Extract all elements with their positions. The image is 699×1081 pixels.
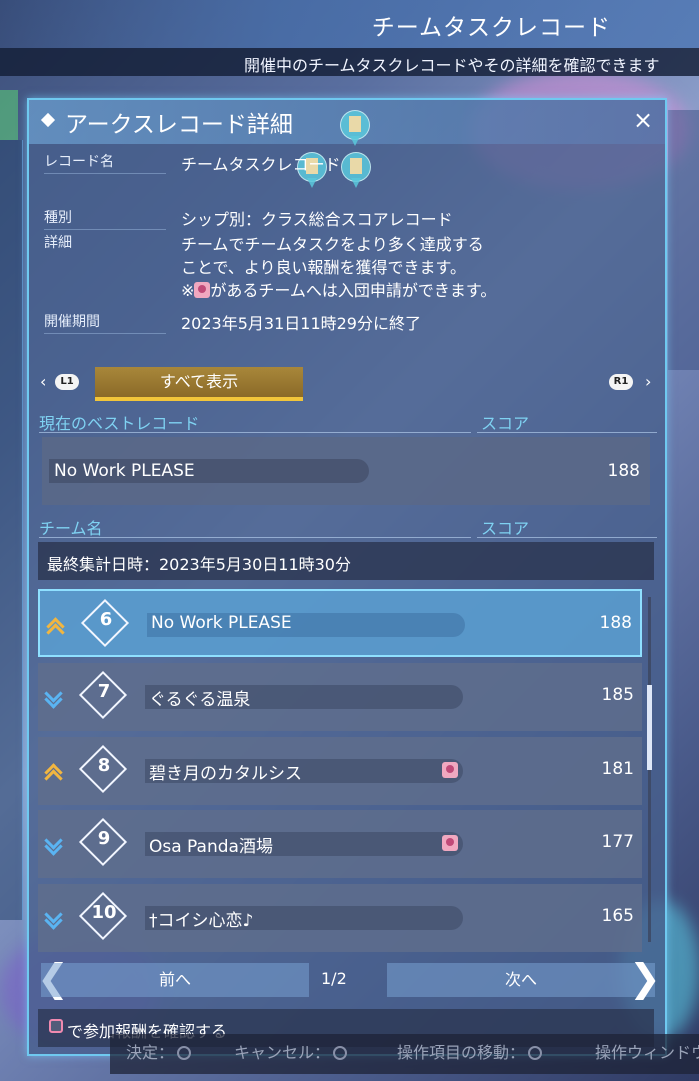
rank-number: 8	[97, 755, 111, 776]
arks-record-detail-panel: アークスレコード詳細 × レコード名 チームタスクレコード 種別 シップ別：クラ…	[27, 98, 667, 1056]
best-score: 188	[607, 461, 640, 481]
rank-number: 10	[91, 902, 117, 923]
hint-decide-label: 決定：	[126, 1043, 175, 1062]
team-name: Osa Panda酒場	[149, 837, 273, 857]
team-name-header: チーム名	[39, 519, 103, 538]
detail-label: 詳細	[44, 235, 72, 251]
close-button[interactable]: ×	[633, 106, 653, 134]
background-decoration	[0, 90, 18, 140]
prev-page-button[interactable]: 前へ	[41, 963, 309, 997]
page-subtitle: 開催中のチームタスクレコードやその詳細を確認できます	[244, 56, 660, 75]
join-request-icon	[442, 835, 458, 851]
background-decoration	[668, 110, 699, 370]
chevron-double-up-icon	[46, 615, 65, 642]
chevron-double-down-icon	[44, 684, 63, 709]
divider	[477, 537, 657, 538]
l1-button[interactable]: L1	[55, 374, 79, 390]
cross-button-icon	[177, 1046, 192, 1060]
period-label: 開催期間	[44, 311, 166, 334]
panel-title: アークスレコード詳細	[65, 112, 293, 138]
best-record-row: No Work PLEASE 188	[42, 437, 650, 505]
rank-number: 9	[97, 828, 111, 849]
team-name: No Work PLEASE	[151, 613, 292, 633]
ranking-row[interactable]: 10 †コイシ心恋♪ 165	[38, 884, 642, 952]
detail-line-3-suffix: があるチームへは入団申請ができます。	[210, 281, 497, 300]
map-pin-icon	[341, 152, 371, 188]
team-score: 188	[599, 613, 632, 633]
chevron-left-icon[interactable]: ‹	[40, 372, 46, 391]
header-subtitle-bar: 開催中のチームタスクレコードやその詳細を確認できます	[0, 48, 699, 76]
divider	[39, 432, 471, 433]
ranking-row[interactable]: 7 ぐるぐる温泉 185	[38, 663, 642, 731]
team-name: ぐるぐる温泉	[149, 690, 251, 710]
best-team-name: No Work PLEASE	[54, 461, 195, 481]
r1-button[interactable]: R1	[609, 374, 633, 390]
best-score-header: スコア	[481, 414, 530, 433]
chevron-double-down-icon	[44, 831, 63, 856]
scrollbar-thumb[interactable]	[647, 685, 652, 770]
ranking-row[interactable]: 9 Osa Panda酒場 177	[38, 810, 642, 878]
header-bar: チームタスクレコード	[0, 0, 699, 48]
hint-decide: 決定：	[126, 1039, 192, 1063]
hint-window: 操作ウィンドウ	[595, 1043, 699, 1062]
chevron-right-icon[interactable]: ›	[645, 372, 651, 391]
join-request-icon	[194, 282, 211, 298]
rank-number: 7	[97, 681, 111, 702]
hint-move-label: 操作項目の移動：	[397, 1043, 526, 1062]
hint-move: 操作項目の移動：	[397, 1039, 543, 1063]
diamond-icon	[40, 112, 56, 128]
detail-line-2: ことで、より良い報酬を獲得できます。	[181, 258, 466, 277]
record-name-label: レコード名	[44, 151, 166, 174]
detail-line-3: ※ があるチームへは入団申請ができます。	[181, 277, 496, 301]
type-value: シップ別：クラス総合スコアレコード	[181, 210, 453, 229]
team-name: 碧き月のカタルシス	[149, 764, 302, 784]
team-name: †コイシ心恋♪	[149, 911, 254, 931]
next-page-button[interactable]: 次へ	[387, 963, 655, 997]
last-aggregate-bar: 最終集計日時：2023年5月30日11時30分	[38, 542, 654, 580]
rank-number: 6	[99, 609, 113, 630]
team-score: 165	[601, 906, 634, 926]
ranking-row[interactable]: 8 碧き月のカタルシス 181	[38, 737, 642, 805]
square-button-icon	[49, 1019, 63, 1033]
team-score: 177	[601, 832, 634, 852]
chevron-double-up-icon	[44, 761, 63, 788]
circle-button-icon	[333, 1046, 348, 1060]
page-title: チームタスクレコード	[371, 15, 611, 41]
triangle-button-icon	[528, 1046, 543, 1060]
team-score: 185	[601, 685, 634, 705]
team-score-header: スコア	[481, 519, 530, 538]
best-record-header: 現在のベストレコード	[39, 414, 200, 433]
period-value: 2023年5月31日11時29分に終了	[181, 314, 421, 333]
control-hints-bar: 決定： キャンセル： 操作項目の移動： 操作ウィンドウ	[110, 1034, 699, 1074]
last-aggregate-time: 最終集計日時：2023年5月30日11時30分	[47, 555, 351, 574]
chevron-double-down-icon	[44, 905, 63, 930]
next-page-arrow-icon[interactable]: ❯	[629, 958, 661, 998]
join-request-icon	[442, 762, 458, 778]
detail-line-1: チームでチームタスクをより多く達成する	[181, 235, 484, 254]
hint-cancel-label: キャンセル：	[234, 1043, 331, 1062]
divider	[477, 432, 657, 433]
type-label: 種別	[44, 207, 166, 230]
page-indicator: 1/2	[321, 969, 347, 988]
show-all-filter[interactable]: すべて表示	[95, 367, 303, 401]
team-score: 181	[601, 759, 634, 779]
divider	[39, 537, 471, 538]
record-name-value: チームタスクレコード	[181, 155, 341, 174]
hint-cancel: キャンセル：	[234, 1039, 348, 1063]
ranking-row[interactable]: 6 No Work PLEASE 188	[38, 589, 642, 657]
detail-line-3-prefix: ※	[181, 281, 195, 300]
background-menu-strip	[0, 140, 23, 920]
map-pin-icon	[340, 110, 370, 146]
